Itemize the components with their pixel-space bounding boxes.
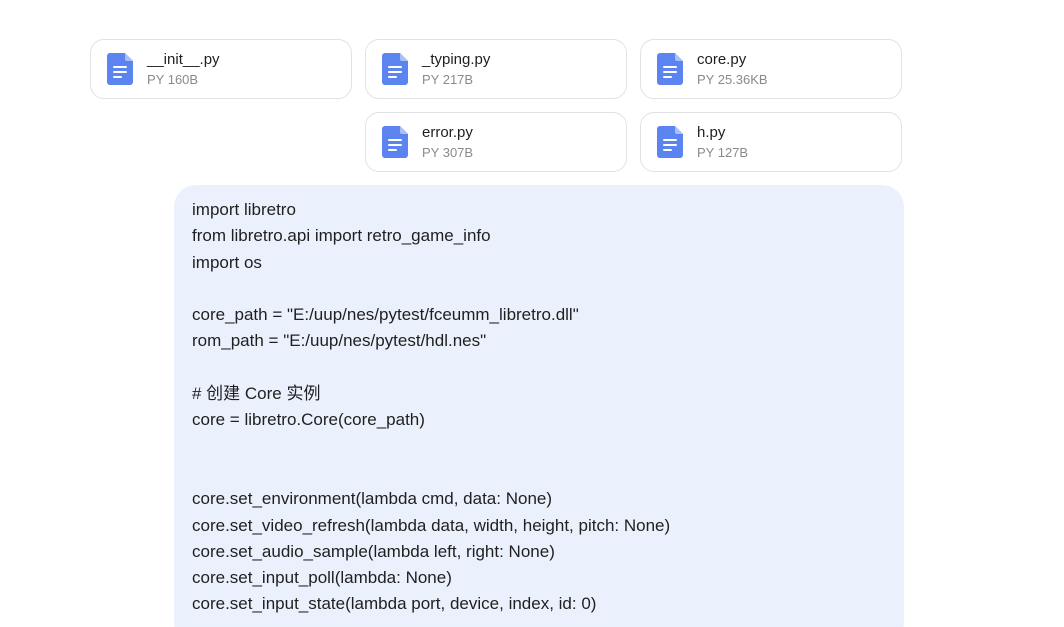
- file-name: _typing.py: [422, 50, 491, 68]
- message-line: core.set_environment(lambda cmd, data: N…: [192, 489, 553, 509]
- message-line: # 创建 Core 实例: [192, 384, 321, 404]
- file-attachment-error[interactable]: error.py PY 307B: [365, 112, 627, 172]
- message-line: core.set_input_poll(lambda: None): [192, 568, 452, 588]
- message-line: core = libretro.Core(core_path): [192, 410, 425, 430]
- message-line: import os: [192, 252, 262, 272]
- message-line: core.set_video_refresh(lambda data, widt…: [192, 515, 671, 535]
- file-meta: error.py PY 307B: [422, 123, 473, 162]
- file-name: __init__.py: [147, 50, 220, 68]
- document-icon: [657, 53, 683, 85]
- document-icon: [382, 53, 408, 85]
- file-type-size: PY 127B: [697, 144, 749, 160]
- user-message-bubble: import libretro from libretro.api import…: [174, 185, 904, 627]
- file-name: h.py: [697, 123, 726, 141]
- message-line: [192, 460, 886, 486]
- file-meta: __init__.py PY 160B: [147, 50, 220, 89]
- file-type-size: PY 25.36KB: [697, 71, 768, 87]
- file-name: core.py: [697, 50, 747, 68]
- document-icon: [107, 53, 133, 85]
- message-line: [192, 434, 886, 460]
- file-type-size: PY 160B: [147, 71, 199, 87]
- file-attachment-core[interactable]: core.py PY 25.36KB: [640, 39, 902, 99]
- file-meta: core.py PY 25.36KB: [697, 50, 768, 89]
- message-line: [192, 355, 886, 381]
- message-line: core.set_audio_sample(lambda left, right…: [192, 541, 555, 561]
- file-attachment-init[interactable]: __init__.py PY 160B: [90, 39, 352, 99]
- file-attachment-typing[interactable]: _typing.py PY 217B: [365, 39, 627, 99]
- chat-page: __init__.py PY 160B _typing.py PY 217B c…: [0, 0, 1064, 627]
- message-line: [192, 276, 886, 302]
- file-name: error.py: [422, 123, 473, 141]
- message-line: rom_path = "E:/uup/nes/pytest/hdl.nes": [192, 331, 487, 351]
- document-icon: [382, 126, 408, 158]
- message-line: from libretro.api import retro_game_info: [192, 226, 491, 246]
- message-line: core_path = "E:/uup/nes/pytest/fceumm_li…: [192, 305, 579, 325]
- message-line: core.set_input_state(lambda port, device…: [192, 594, 597, 614]
- file-meta: _typing.py PY 217B: [422, 50, 490, 89]
- file-attachment-h[interactable]: h.py PY 127B: [640, 112, 902, 172]
- document-icon: [657, 126, 683, 158]
- file-type-size: PY 217B: [422, 71, 474, 87]
- file-type-size: PY 307B: [422, 144, 474, 160]
- file-meta: h.py PY 127B: [697, 123, 748, 162]
- message-line: import libretro: [192, 200, 296, 219]
